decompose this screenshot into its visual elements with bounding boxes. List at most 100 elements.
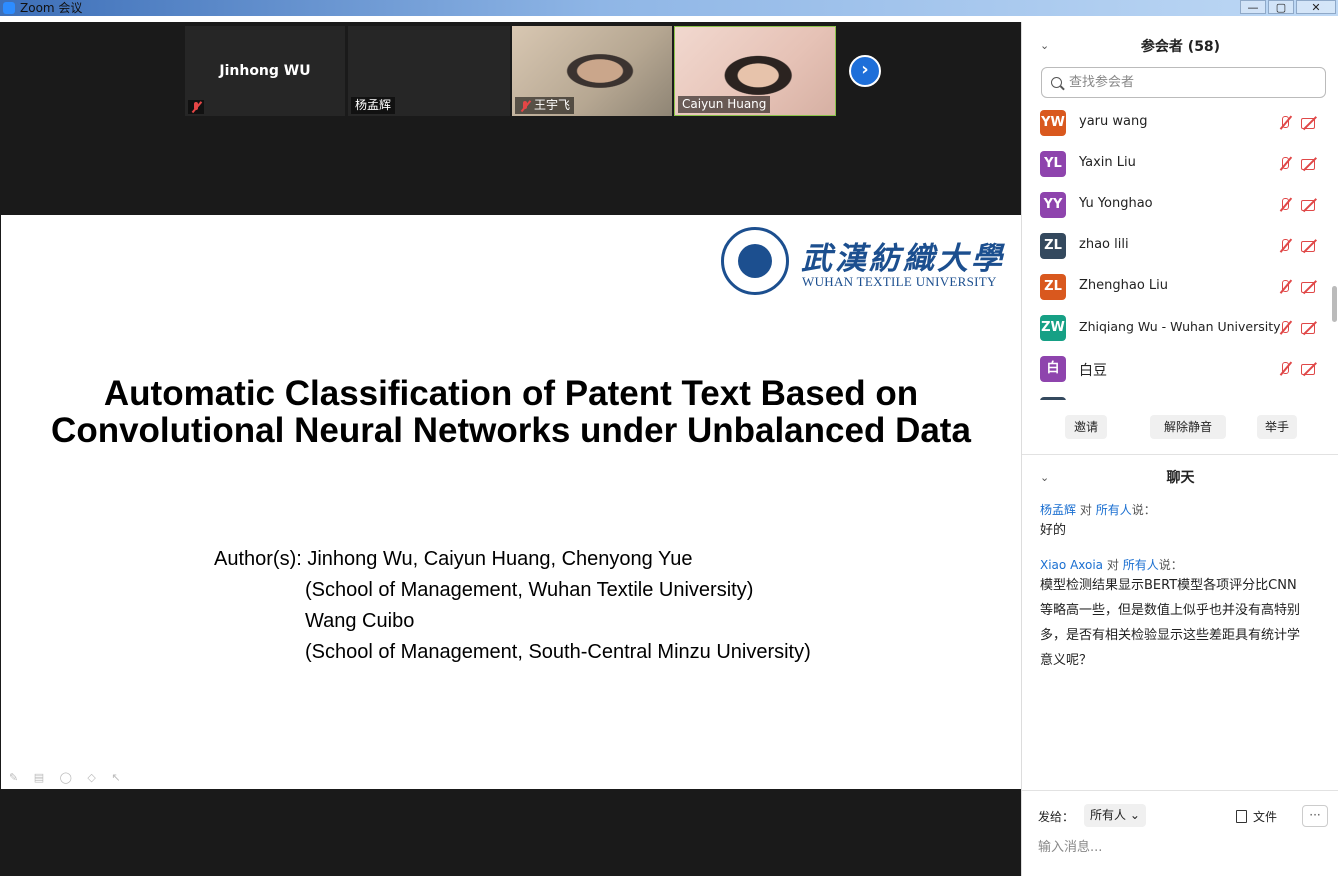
window-titlebar: Zoom 会议 — ▢ ✕: [0, 0, 1338, 16]
author-line3: Wang Cuibo: [305, 610, 415, 632]
file-icon: [1236, 810, 1247, 823]
participant-row[interactable]: ZW Zhiqiang Wu - Wuhan University: [1022, 307, 1338, 348]
chat-header: 聊天: [1166, 470, 1195, 486]
chat-message-text: 模型检测结果显示BERT模型各项评分比CNN等略高一些，但是数值上似乎也并没有高…: [1040, 578, 1301, 668]
author-line2: (School of Management, Wuhan Textile Uni…: [305, 579, 754, 601]
avatar: 白: [1040, 356, 1066, 382]
tile-name-text: 王宇飞: [534, 98, 571, 112]
participant-row-partial[interactable]: [1022, 389, 1338, 400]
avatar: YL: [1040, 151, 1066, 177]
chat-message-input[interactable]: [1038, 835, 1318, 859]
more-options-button[interactable]: ···: [1302, 805, 1328, 827]
author-line4: (School of Management, South-Central Min…: [305, 641, 811, 663]
maximize-button[interactable]: ▢: [1268, 0, 1294, 14]
logo-english-text: WUHAN TEXTILE UNIVERSITY: [802, 274, 997, 289]
next-page-button[interactable]: ›: [849, 55, 881, 87]
participant-row[interactable]: YY Yu Yonghao: [1022, 184, 1338, 225]
search-placeholder: 查找参会者: [1069, 75, 1135, 90]
meeting-main-area: Jinhong WU 杨孟辉 王宇飞 Caiyun Huang › 武漢紡織大學…: [0, 22, 1021, 876]
participant-list-scrollbar[interactable]: [1332, 286, 1337, 322]
tile-name-label: Caiyun Huang: [678, 96, 771, 113]
chat-target[interactable]: 所有人: [1123, 558, 1159, 572]
chat-sender[interactable]: Xiao Axoia: [1040, 558, 1103, 572]
participant-list: YW yaru wang YL Yaxin Liu YY Yu Yonghao …: [1022, 102, 1338, 400]
avatar: ZW: [1040, 315, 1066, 341]
chat-to-word: 对: [1106, 558, 1119, 572]
slide-title-line1: Automatic Classification of Patent Text …: [103, 374, 919, 413]
slide-title: Automatic Classification of Patent Text …: [1, 375, 1021, 449]
chat-sender[interactable]: 杨孟辉: [1040, 503, 1076, 517]
participant-row[interactable]: 白 白豆: [1022, 348, 1338, 389]
mic-muted-icon: [1277, 115, 1293, 131]
minimize-button[interactable]: —: [1240, 0, 1266, 14]
chat-target[interactable]: 所有人: [1096, 503, 1132, 517]
section-divider: [1022, 790, 1338, 791]
send-to-value: 所有人: [1090, 808, 1127, 822]
invite-button[interactable]: 邀请: [1065, 415, 1107, 439]
search-icon: [1051, 77, 1062, 88]
tile-name-label: 王宇飞: [515, 97, 575, 114]
close-button[interactable]: ✕: [1296, 0, 1336, 14]
participant-name-center: Jinhong WU: [219, 63, 311, 79]
video-off-icon: [1301, 321, 1319, 335]
university-seal-logo: [721, 227, 789, 295]
video-tile-jinhong-wu[interactable]: Jinhong WU: [185, 26, 345, 116]
mic-muted-icon: [1277, 361, 1293, 377]
video-tile-wang-yufei[interactable]: 王宇飞: [512, 26, 672, 116]
chat-says: 说：: [1158, 558, 1183, 572]
annotation-toolbar[interactable]: ✎ ▤ ◯ ◇ ↖: [9, 771, 127, 784]
tile-name-label: 杨孟辉: [351, 97, 396, 114]
avatar: ZL: [1040, 233, 1066, 259]
mic-muted-icon: [1277, 238, 1293, 254]
participant-name: Yaxin Liu: [1079, 155, 1136, 170]
window-title: Zoom 会议: [20, 1, 83, 15]
mic-muted-icon: [1277, 320, 1293, 336]
video-tile-yang-menghui[interactable]: 杨孟辉: [348, 26, 510, 116]
participant-row[interactable]: YW yaru wang: [1022, 102, 1338, 143]
send-to-select[interactable]: 所有人 ⌄: [1084, 804, 1146, 827]
participant-search-input[interactable]: 查找参会者: [1041, 67, 1326, 98]
mic-muted-icon: [1277, 279, 1293, 295]
video-off-icon: [1301, 157, 1319, 171]
participant-row[interactable]: YL Yaxin Liu: [1022, 143, 1338, 184]
author-line1: Author(s): Jinhong Wu, Caiyun Huang, Che…: [214, 548, 693, 570]
participant-row[interactable]: ZL Zhenghao Liu: [1022, 266, 1338, 307]
slide-title-line2: Convolutional Neural Networks under Unba…: [51, 411, 971, 450]
chat-message-text: 好的: [1040, 523, 1067, 538]
video-off-icon: [1301, 362, 1319, 376]
section-divider: [1022, 454, 1338, 455]
file-label: 文件: [1253, 810, 1278, 824]
side-panel: ⌄ 参会者 (58) 查找参会者 YW yaru wang YL Yaxin L…: [1021, 22, 1338, 876]
participant-name: Yu Yonghao: [1079, 196, 1153, 211]
video-off-icon: [1301, 198, 1319, 212]
participant-name: Zhiqiang Wu - Wuhan University: [1079, 319, 1281, 334]
participant-name: zhao lili: [1079, 237, 1129, 252]
participant-row[interactable]: ZL zhao lili: [1022, 225, 1338, 266]
file-button[interactable]: 文件: [1236, 808, 1277, 825]
video-off-icon: [1301, 239, 1319, 253]
send-to-label: 发给：: [1038, 810, 1075, 824]
logo-chinese-text: 武漢紡織大學: [801, 241, 1005, 277]
participant-name: yaru wang: [1079, 114, 1148, 129]
avatar: [1040, 397, 1066, 400]
raise-hand-button[interactable]: 举手: [1257, 415, 1297, 439]
mic-muted-icon: [190, 101, 202, 113]
avatar: ZL: [1040, 274, 1066, 300]
chat-message-meta: Xiao Axoia 对 所有人说：: [1040, 556, 1183, 573]
chat-says: 说：: [1131, 503, 1156, 517]
participant-name: 白豆: [1079, 363, 1107, 379]
mic-muted-icon: [1277, 156, 1293, 172]
avatar: YY: [1040, 192, 1066, 218]
chevron-down-icon: ⌄: [1129, 808, 1140, 822]
unmute-button[interactable]: 解除静音: [1150, 415, 1226, 439]
chat-message-meta: 杨孟辉 对 所有人说：: [1040, 501, 1156, 518]
shared-slide: 武漢紡織大學 WUHAN TEXTILE UNIVERSITY Automati…: [1, 215, 1021, 789]
chat-to-word: 对: [1079, 503, 1092, 517]
avatar: YW: [1040, 110, 1066, 136]
mic-muted-icon: [519, 100, 531, 112]
video-tile-caiyun-huang[interactable]: Caiyun Huang: [674, 26, 836, 116]
video-off-icon: [1301, 116, 1319, 130]
mic-muted-icon: [1277, 197, 1293, 213]
participant-name: Zhenghao Liu: [1079, 278, 1169, 293]
tile-name-label: [188, 100, 204, 114]
